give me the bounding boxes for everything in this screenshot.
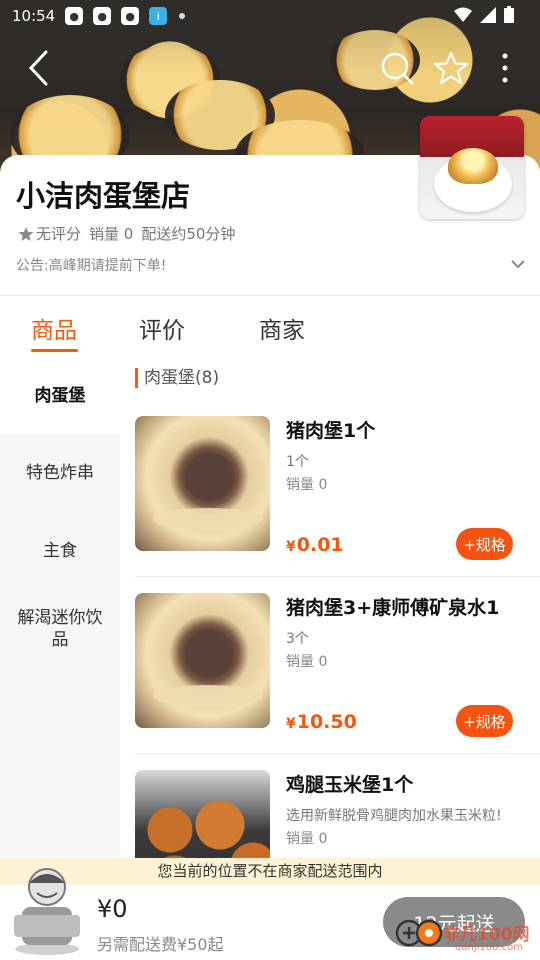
cart-total: ¥0 xyxy=(97,895,128,923)
back-arrow-icon xyxy=(28,50,48,86)
cart-mascot-icon[interactable] xyxy=(8,865,86,957)
product-description: 3个 xyxy=(286,631,309,647)
notice-expand-button[interactable] xyxy=(510,255,526,274)
tab-bar: 商品 评价 商家 xyxy=(0,296,540,358)
divider xyxy=(135,753,540,754)
back-button[interactable] xyxy=(18,48,58,88)
status-time: 10:54 xyxy=(12,7,56,25)
store-delivery-time: 配送约50分钟 xyxy=(141,225,236,243)
product-image xyxy=(135,770,270,858)
notification-icon: ● xyxy=(121,7,140,25)
product-sales: 销量 0 xyxy=(286,654,328,670)
star-filled-icon xyxy=(18,226,34,241)
category-item[interactable]: 特色炸串 xyxy=(0,434,120,512)
store-meta: 无评分 销量 0 配送约50分钟 xyxy=(18,223,235,244)
more-vertical-icon xyxy=(502,53,508,83)
product-item[interactable]: 猪肉堡3+康师傅矿泉水1 3个 销量 0 ¥10.50 +规格 xyxy=(135,593,540,770)
section-header: 肉蛋堡(8) xyxy=(135,368,219,388)
product-sales: 销量 0 xyxy=(286,477,328,493)
category-item[interactable]: 主食 xyxy=(0,512,120,590)
notification-icon: ● xyxy=(93,7,112,25)
product-sales: 销量 0 xyxy=(286,831,328,847)
price-currency: ¥ xyxy=(286,716,296,732)
more-notifications-dot-icon xyxy=(179,13,186,19)
tab-reviews[interactable]: 评价 xyxy=(139,311,185,345)
watermark-logo-icon xyxy=(395,919,443,947)
category-item[interactable]: 解渴迷你饮品 xyxy=(0,590,120,668)
divider xyxy=(135,576,540,577)
price-value: 0.01 xyxy=(296,534,344,556)
wifi-icon xyxy=(454,7,472,22)
product-price: ¥0.01 xyxy=(286,534,344,556)
status-bar: 10:54 ● ● ● i xyxy=(0,0,540,32)
tab-products[interactable]: 商品 xyxy=(31,311,77,345)
notification-icon: i xyxy=(149,7,168,25)
cart-bar: ¥0 另需配送费¥50起 12元起送 非凡100网 danji100.com xyxy=(0,868,540,960)
store-sales: 销量 0 xyxy=(89,225,134,243)
tab-merchant[interactable]: 商家 xyxy=(259,311,305,345)
product-description: 选用新鲜脱骨鸡腿肉加水果玉米粒! xyxy=(286,808,502,824)
site-watermark: 非凡100网 danji100.com xyxy=(395,915,535,959)
product-price: ¥10.50 xyxy=(286,711,357,733)
store-logo-image xyxy=(420,116,524,219)
price-value: 10.50 xyxy=(296,711,357,733)
notification-icon: ● xyxy=(65,7,84,25)
star-outline-icon xyxy=(433,51,469,85)
store-notice[interactable]: 公告:高峰期请提前下单! xyxy=(16,255,166,275)
product-item[interactable]: 鸡腿玉米堡1个 选用新鲜脱骨鸡腿肉加水果玉米粒! 销量 0 xyxy=(135,770,540,858)
search-icon xyxy=(381,52,414,85)
product-image xyxy=(135,416,270,551)
select-spec-button[interactable]: +规格 xyxy=(456,528,513,560)
product-name: 鸡腿玉米堡1个 xyxy=(286,774,414,796)
active-tab-indicator xyxy=(31,349,78,352)
battery-icon xyxy=(504,6,514,23)
product-name: 猪肉堡1个 xyxy=(286,420,376,442)
category-sidebar: 肉蛋堡 特色炸串 主食 解渴迷你饮品 xyxy=(0,358,120,858)
search-button[interactable] xyxy=(377,48,417,88)
product-name: 猪肉堡3+康师傅矿泉水1 xyxy=(286,597,500,619)
store-name: 小洁肉蛋堡店 xyxy=(16,179,191,213)
watermark-url: danji100.com xyxy=(455,942,523,953)
category-item[interactable]: 肉蛋堡 xyxy=(0,358,120,434)
store-rating: 无评分 xyxy=(36,225,82,243)
product-list: 肉蛋堡(8) 猪肉堡1个 1个 销量 0 ¥0.01 +规格 猪肉堡3+康师傅矿… xyxy=(120,358,540,858)
more-button[interactable] xyxy=(485,48,525,88)
chevron-down-icon xyxy=(511,260,525,269)
product-image xyxy=(135,593,270,728)
select-spec-button[interactable]: +规格 xyxy=(456,705,513,737)
product-description: 1个 xyxy=(286,454,309,470)
signal-icon xyxy=(480,6,496,23)
product-item[interactable]: 猪肉堡1个 1个 销量 0 ¥0.01 +规格 xyxy=(135,416,540,593)
price-currency: ¥ xyxy=(286,539,296,555)
favorite-button[interactable] xyxy=(431,48,471,88)
delivery-fee-text: 另需配送费¥50起 xyxy=(97,935,224,954)
